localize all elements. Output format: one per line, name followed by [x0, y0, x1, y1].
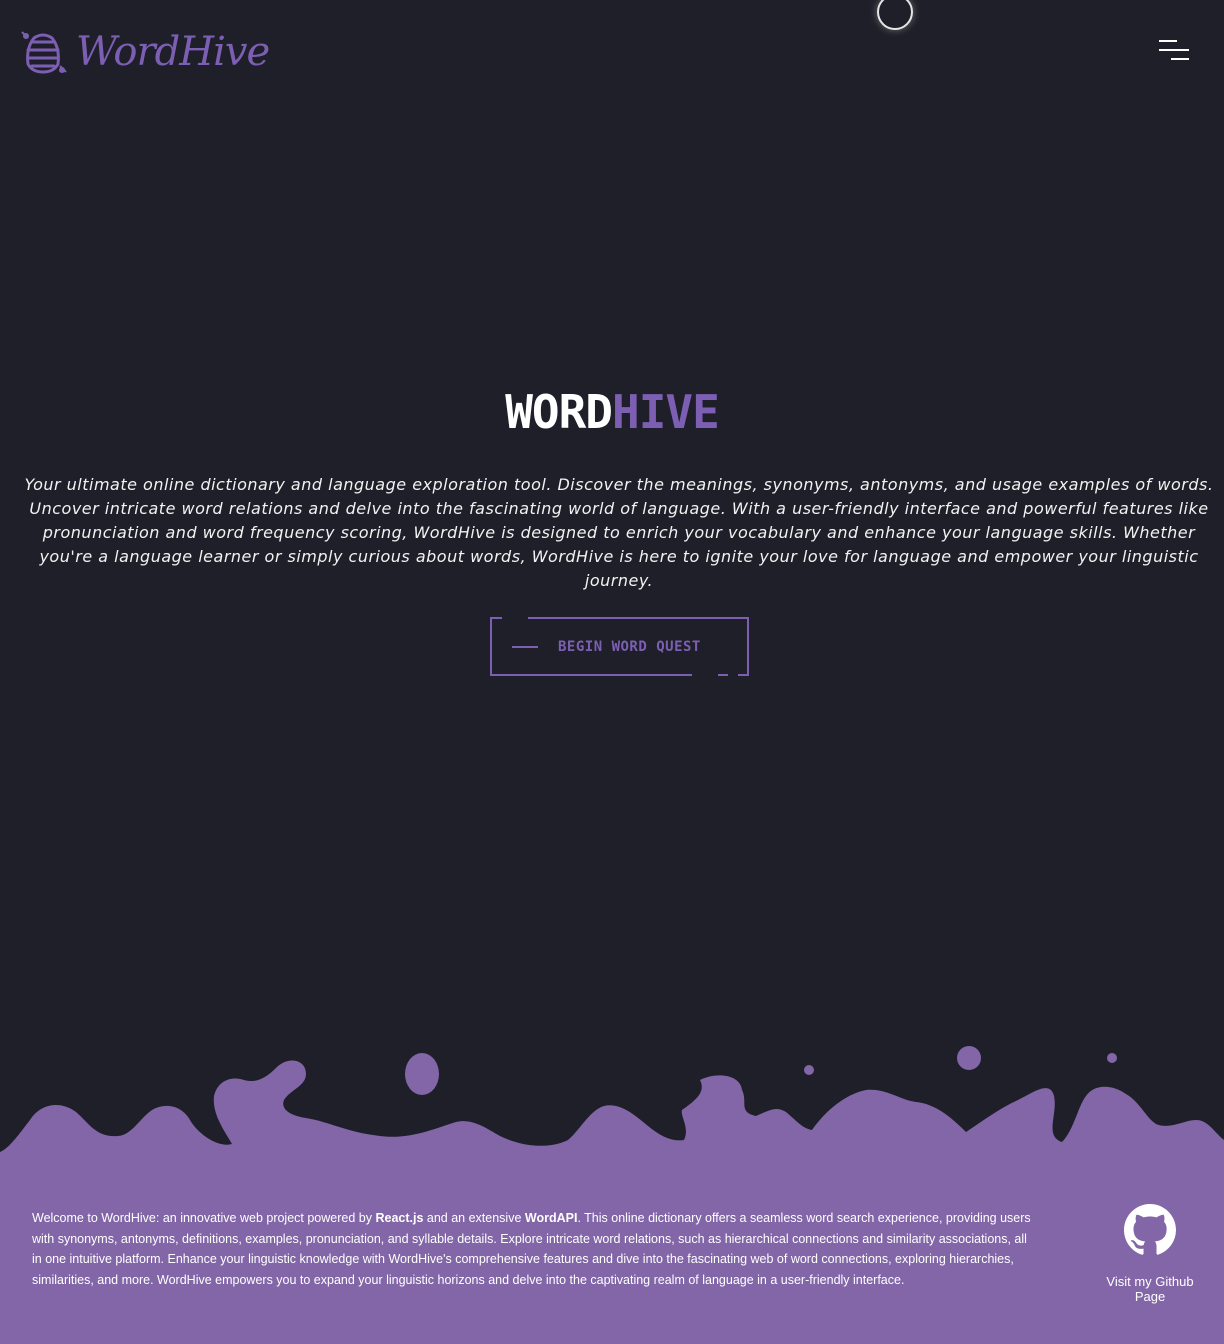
github-icon	[1124, 1204, 1176, 1255]
bee-hive-icon	[21, 31, 67, 74]
footer-text-intro: Welcome to WordHive: an innovative web p…	[32, 1211, 376, 1225]
footer-tech-react: React.js	[375, 1211, 424, 1225]
hero-description: Your ultimate online dictionary and lang…	[24, 475, 1214, 590]
hero-title-word: WORD	[505, 385, 613, 439]
hero-title: WORDHIVE	[0, 384, 1224, 440]
footer-tech-wordapi: WordAPI	[524, 1211, 578, 1225]
menu-button[interactable]	[1156, 38, 1192, 64]
footer-text-and: and an extensive	[423, 1211, 525, 1225]
button-dash-decoration	[512, 646, 538, 648]
header: WordHive	[0, 0, 1224, 110]
begin-word-quest-button[interactable]: BEGIN WORD QUEST	[490, 617, 749, 676]
github-link[interactable]: Visit my Github Page	[1090, 1204, 1210, 1304]
logo-text: WordHive	[76, 29, 270, 75]
begin-word-quest-label: BEGIN WORD QUEST	[558, 639, 701, 655]
hero-title-hive: HIVE	[612, 385, 720, 439]
button-border-gap	[502, 617, 528, 619]
cursor-ring	[877, 0, 913, 30]
github-label: Visit my Github Page	[1106, 1274, 1194, 1304]
button-border-dash	[718, 674, 728, 676]
button-border-gap	[692, 674, 738, 676]
footer-wave-decoration	[0, 1046, 1224, 1155]
logo-link[interactable]: WordHive	[20, 28, 270, 76]
footer-description: Welcome to WordHive: an innovative web p…	[32, 1208, 1032, 1290]
footer: Welcome to WordHive: an innovative web p…	[0, 1152, 1224, 1344]
